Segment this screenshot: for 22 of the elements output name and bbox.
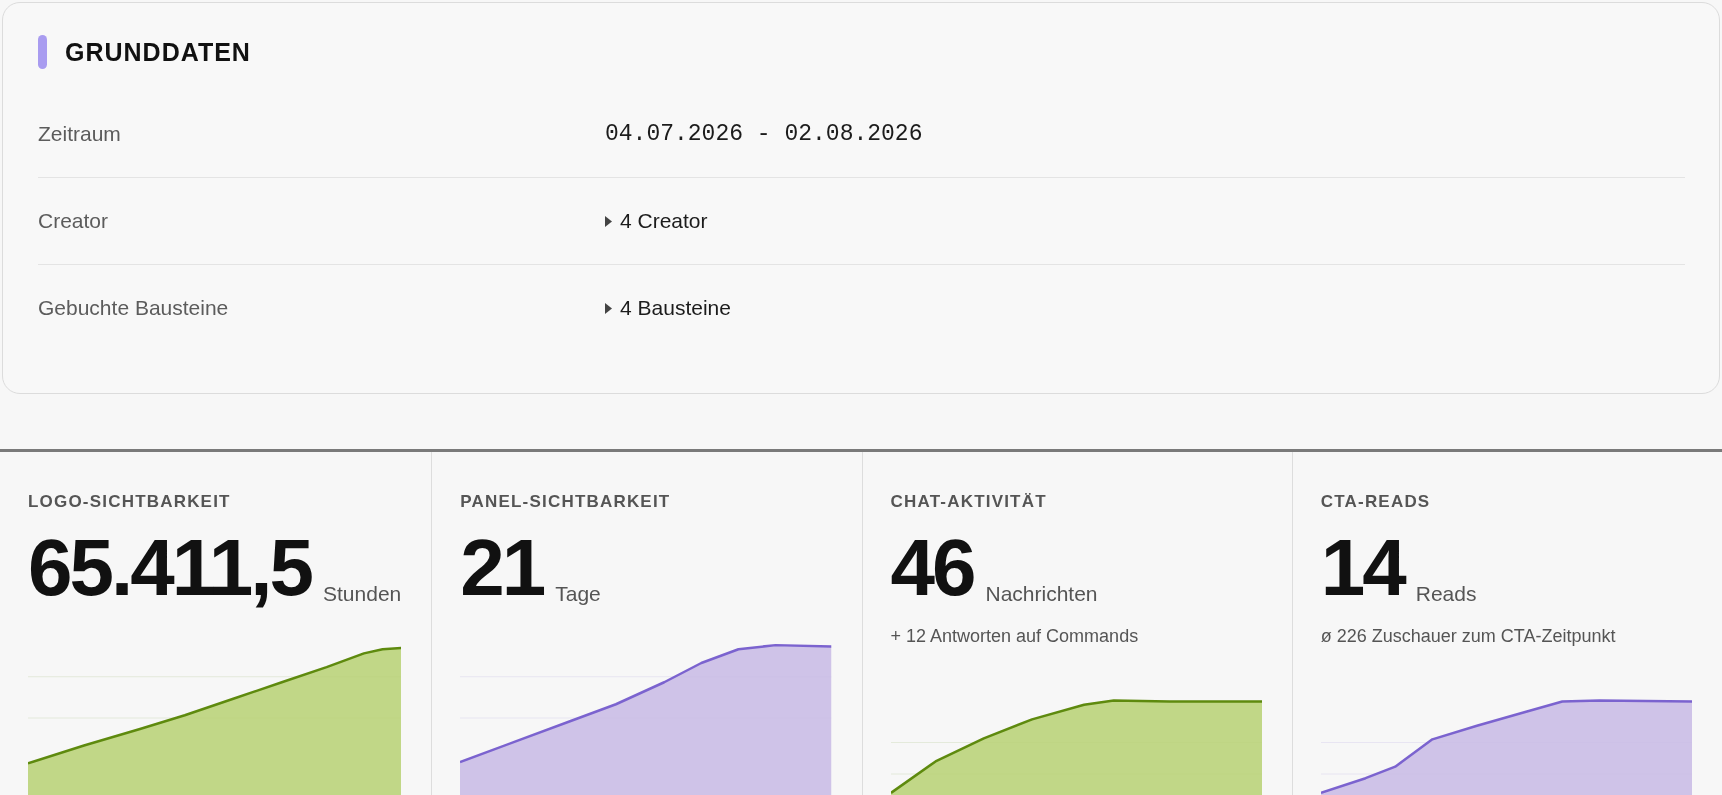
stat-label: LOGO-SICHTBARKEIT [28, 492, 231, 512]
stat-note: + 12 Antworten auf Commands [890, 626, 1139, 647]
stat-value: 21 [460, 528, 544, 608]
stat-unit: Stunden [323, 582, 402, 606]
stat-value: 14 [1320, 528, 1404, 608]
stat-note: ø 226 Zuschauer zum CTA-Zeitpunkt [1320, 626, 1616, 647]
field-label: Gebuchte Bausteine [38, 296, 230, 320]
stat-unit: Tage [555, 582, 601, 606]
stat-label: CHAT-AKTIVITÄT [890, 492, 1047, 512]
expand-toggle[interactable]: 4 Creator [605, 209, 708, 233]
field-label: Creator [38, 209, 110, 233]
stat-label: CTA-READS [1320, 492, 1431, 512]
stat-value: 46 [890, 528, 974, 608]
stat-unit: Nachrichten [985, 582, 1098, 606]
stat-label: PANEL-SICHTBARKEIT [460, 492, 671, 512]
section-title: GRUNDDATEN [65, 37, 251, 67]
expand-toggle[interactable]: 4 Bausteine [605, 296, 731, 320]
date-range: 04.07.2026 - 02.08.2026 [605, 121, 924, 147]
accent-bar [38, 35, 47, 69]
stat-unit: Reads [1415, 582, 1477, 606]
field-label: Zeitraum [38, 122, 122, 146]
stat-value: 65.411,5 [28, 528, 311, 608]
